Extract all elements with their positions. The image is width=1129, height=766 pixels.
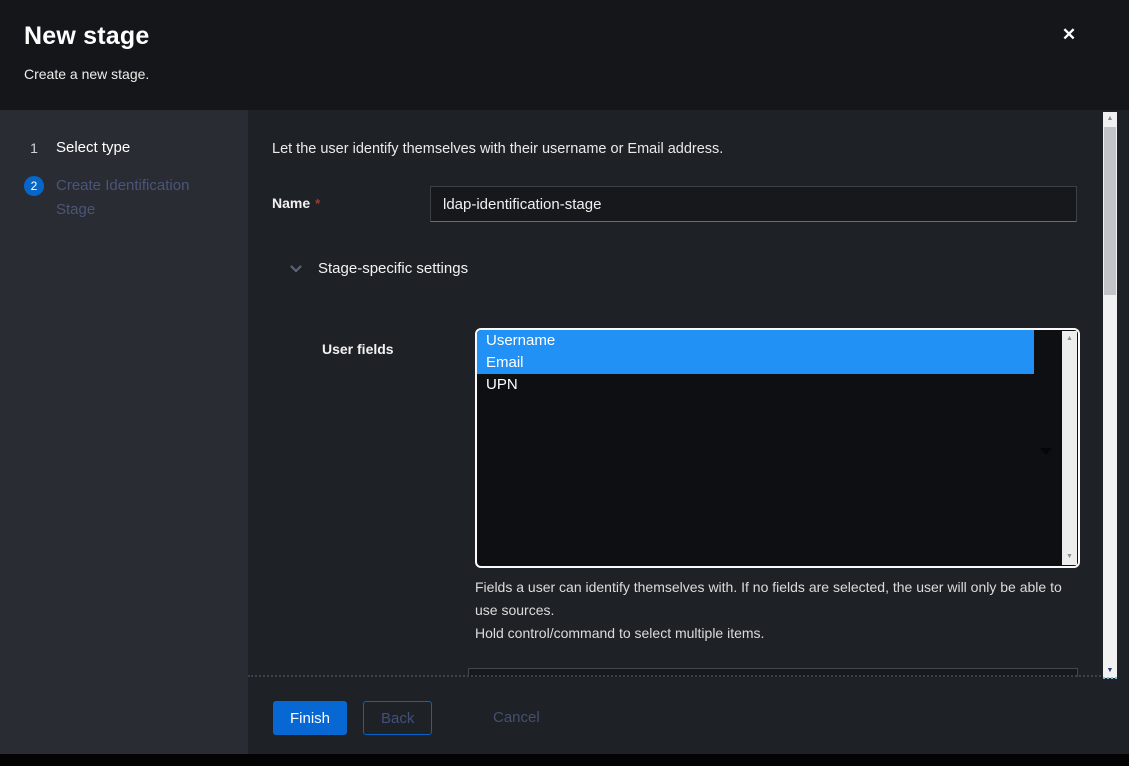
scrollbar-bottom-dots <box>1103 677 1117 679</box>
form-content: Let the user identify themselves with th… <box>248 110 1129 754</box>
chevron-down-icon <box>289 262 303 276</box>
required-asterisk: * <box>315 196 320 211</box>
finish-button[interactable]: Finish <box>273 701 347 735</box>
page-title: New stage <box>24 22 149 51</box>
user-fields-help-text-2: Hold control/command to select multiple … <box>475 625 1087 641</box>
wizard-step-select-type[interactable]: 1 Select type <box>24 138 218 160</box>
listbox-option-username[interactable]: Username <box>477 330 1034 352</box>
scrollbar-down-icon[interactable]: ▼ <box>1103 664 1117 678</box>
user-fields-listbox[interactable]: Username Email UPN ▲ ▼ <box>475 328 1080 568</box>
name-input[interactable] <box>430 186 1077 222</box>
wizard-step-create-identification-stage[interactable]: 2 Create Identification Stage <box>24 176 218 222</box>
step-label: Create Identification Stage <box>56 174 218 222</box>
section-title: Stage-specific settings <box>318 260 468 277</box>
new-stage-modal: New stage Create a new stage. ✕ 1 Select… <box>0 0 1129 766</box>
step-number: 1 <box>24 138 44 158</box>
scrollbar-up-icon[interactable]: ▲ <box>1103 112 1117 126</box>
select-caret-icon <box>1040 448 1052 455</box>
close-icon[interactable]: ✕ <box>1054 22 1084 48</box>
name-field-label: Name* <box>272 195 320 211</box>
listbox-option-email[interactable]: Email <box>477 352 1034 374</box>
step-label: Select type <box>56 136 218 160</box>
page-subtitle: Create a new stage. <box>24 66 149 82</box>
stage-description: Let the user identify themselves with th… <box>272 141 723 157</box>
listbox-option-upn[interactable]: UPN <box>477 374 1034 396</box>
user-fields-label: User fields <box>322 341 394 357</box>
modal-scrollbar[interactable]: ▲ ▼ <box>1103 112 1117 678</box>
modal-header: New stage Create a new stage. ✕ <box>0 0 1129 110</box>
step-number-badge: 2 <box>24 176 44 196</box>
scroll-up-icon[interactable]: ▲ <box>1062 332 1077 346</box>
stage-specific-settings-toggle[interactable]: Stage-specific settings <box>289 260 468 277</box>
scrollbar-thumb[interactable] <box>1104 127 1116 295</box>
footer-divider <box>248 675 1105 677</box>
user-fields-help-text: Fields a user can identify themselves wi… <box>475 576 1087 622</box>
listbox-scrollbar[interactable]: ▲ ▼ <box>1062 331 1077 565</box>
scroll-down-icon[interactable]: ▼ <box>1062 550 1077 564</box>
modal-bottom-edge <box>0 754 1129 766</box>
wizard-sidebar: 1 Select type 2 Create Identification St… <box>0 110 248 754</box>
cancel-button[interactable]: Cancel <box>493 701 540 735</box>
back-button[interactable]: Back <box>363 701 432 735</box>
